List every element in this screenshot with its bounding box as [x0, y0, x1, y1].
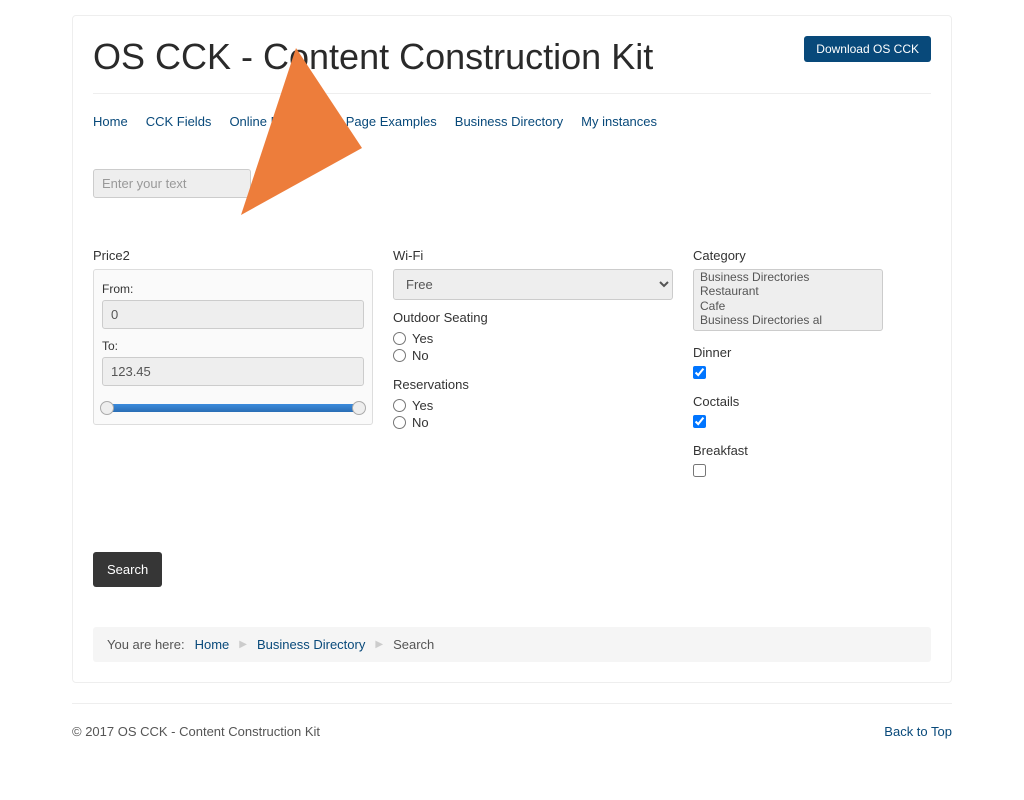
outdoor-yes-radio[interactable] — [393, 332, 406, 345]
outdoor-label: Outdoor Seating — [393, 310, 673, 325]
slider-handle-right[interactable] — [352, 401, 366, 415]
reservations-no-radio[interactable] — [393, 416, 406, 429]
wifi-label: Wi-Fi — [393, 248, 673, 263]
coctails-checkbox[interactable] — [693, 415, 706, 428]
breadcrumb-sep-icon: ▶ — [375, 639, 383, 650]
outdoor-no-radio[interactable] — [393, 349, 406, 362]
nav-home[interactable]: Home — [93, 114, 128, 129]
breadcrumb-home[interactable]: Home — [195, 637, 230, 652]
footer-copyright: © 2017 OS CCK - Content Construction Kit — [72, 724, 320, 739]
price2-to-label: To: — [102, 339, 364, 353]
breadcrumb-sep-icon: ▶ — [239, 639, 247, 650]
main-nav: Home CCK Fields Online Examples Page Exa… — [93, 114, 931, 129]
price2-from-label: From: — [102, 282, 364, 296]
back-to-top-link[interactable]: Back to Top — [884, 724, 952, 739]
category-label: Category — [693, 248, 883, 263]
outdoor-yes-label: Yes — [412, 331, 433, 346]
page-title: OS CCK - Content Construction Kit — [93, 36, 653, 78]
search-input[interactable] — [93, 169, 251, 198]
breadcrumb-current: Search — [393, 637, 434, 652]
nav-online-examples[interactable]: Online Examples — [229, 114, 327, 129]
wifi-select[interactable]: Free — [393, 269, 673, 300]
reservations-label: Reservations — [393, 377, 673, 392]
reservations-yes-label: Yes — [412, 398, 433, 413]
search-button[interactable]: Search — [93, 552, 162, 587]
price2-slider[interactable] — [106, 404, 360, 412]
outdoor-no-label: No — [412, 348, 429, 363]
price2-label: Price2 — [93, 248, 373, 263]
nav-page-examples[interactable]: Page Examples — [346, 114, 437, 129]
nav-my-instances[interactable]: My instances — [581, 114, 657, 129]
category-select[interactable]: Business Directories Restaurant Cafe Bus… — [693, 269, 883, 331]
breadcrumb-prefix: You are here: — [107, 637, 185, 652]
slider-handle-left[interactable] — [100, 401, 114, 415]
reservations-no-label: No — [412, 415, 429, 430]
breadcrumb: You are here: Home ▶ Business Directory … — [93, 627, 931, 662]
reservations-yes-radio[interactable] — [393, 399, 406, 412]
price2-box: From: To: — [93, 269, 373, 425]
nav-cck-fields[interactable]: CCK Fields — [146, 114, 212, 129]
coctails-label: Coctails — [693, 394, 883, 409]
breadcrumb-business-directory[interactable]: Business Directory — [257, 637, 365, 652]
dinner-label: Dinner — [693, 345, 883, 360]
nav-business-directory[interactable]: Business Directory — [455, 114, 563, 129]
download-button[interactable]: Download OS CCK — [804, 36, 931, 62]
price2-to-input[interactable] — [102, 357, 364, 386]
price2-from-input[interactable] — [102, 300, 364, 329]
dinner-checkbox[interactable] — [693, 366, 706, 379]
breakfast-label: Breakfast — [693, 443, 883, 458]
breakfast-checkbox[interactable] — [693, 464, 706, 477]
